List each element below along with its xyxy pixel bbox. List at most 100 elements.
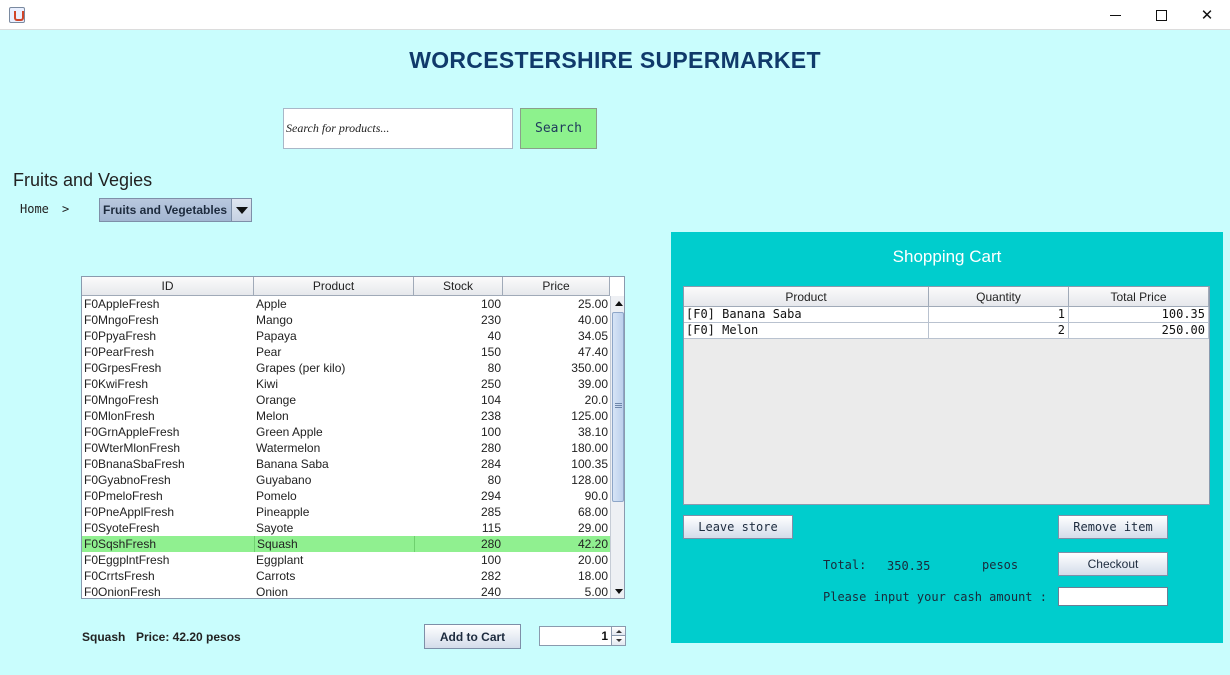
product-id-cell: F0WterMlonFresh: [84, 441, 181, 455]
scroll-thumb[interactable]: [612, 312, 624, 502]
product-id-cell: F0GyabnoFresh: [84, 473, 171, 487]
cash-amount-input[interactable]: [1058, 587, 1168, 606]
product-id-cell: F0PmeloFresh: [84, 489, 163, 503]
cart-column-product[interactable]: Product: [684, 287, 929, 306]
product-price-cell: 125.00: [571, 409, 608, 423]
quantity-value[interactable]: 1: [540, 627, 611, 645]
product-table-header: ID Product Stock Price: [82, 277, 610, 296]
breadcrumb-separator: >: [62, 202, 70, 216]
scroll-down-button[interactable]: [611, 584, 624, 598]
product-row[interactable]: F0PmeloFresh Pomelo 294 90.0: [82, 488, 610, 504]
scroll-up-button[interactable]: [611, 296, 624, 311]
product-price-cell: 20.0: [584, 393, 608, 407]
product-name-cell: Apple: [256, 297, 287, 311]
product-row[interactable]: F0MngoFresh Mango 230 40.00: [82, 312, 610, 328]
product-id-cell: F0MlonFresh: [84, 409, 155, 423]
checkout-button[interactable]: Checkout: [1058, 552, 1168, 576]
total-value: 350.35: [887, 559, 931, 573]
product-price-cell: 350.00: [571, 361, 608, 375]
cart-total-cell: 250.00: [1069, 323, 1209, 338]
total-label: Total:: [823, 558, 867, 572]
search-button[interactable]: Search: [520, 108, 597, 149]
quantity-stepper[interactable]: 1: [539, 626, 626, 646]
chevron-down-icon: [235, 206, 248, 214]
cart-row[interactable]: [F0] Melon 2 250.00: [684, 323, 1209, 339]
product-row[interactable]: F0GyabnoFresh Guyabano 80 128.00: [82, 472, 610, 488]
product-row[interactable]: F0WterMlonFresh Watermelon 280 180.00: [82, 440, 610, 456]
product-id-cell: F0EggplntFresh: [84, 553, 170, 567]
quantity-increment-button[interactable]: [611, 627, 625, 636]
grip-icon: [615, 403, 622, 408]
java-app-icon: [9, 7, 25, 23]
product-row[interactable]: F0CrrtsFresh Carrots 282 18.00: [82, 568, 610, 584]
category-dropdown[interactable]: Fruits and Vegetables: [99, 198, 252, 222]
cart-row[interactable]: [F0] Banana Saba 1 100.35: [684, 307, 1209, 323]
product-id-cell: F0GrnAppleFresh: [84, 425, 180, 439]
product-table-scrollbar[interactable]: [610, 296, 624, 598]
maximize-icon: [1155, 9, 1167, 21]
shopping-cart-panel: Shopping Cart Product Quantity Total Pri…: [671, 232, 1223, 643]
column-header-id[interactable]: ID: [82, 277, 254, 295]
cart-column-quantity[interactable]: Quantity: [929, 287, 1069, 306]
product-id-cell: F0PpyaFresh: [84, 329, 157, 343]
dropdown-arrow-button[interactable]: [231, 199, 251, 221]
product-price-cell: 34.05: [577, 329, 608, 343]
product-stock-cell: 285: [480, 505, 501, 519]
cart-column-total-price[interactable]: Total Price: [1069, 287, 1209, 306]
cart-quantity-cell: 1: [929, 307, 1069, 322]
product-row[interactable]: F0SqshFresh Squash 280 42.20: [82, 536, 610, 552]
product-row[interactable]: F0AppleFresh Apple 100 25.00: [82, 296, 610, 312]
product-stock-cell: 150: [480, 345, 501, 359]
product-row[interactable]: F0GrnAppleFresh Green Apple 100 38.10: [82, 424, 610, 440]
product-row[interactable]: F0KwiFresh Kiwi 250 39.00: [82, 376, 610, 392]
product-name-cell: Sayote: [256, 521, 294, 535]
product-name-cell: Eggplant: [256, 553, 304, 567]
product-stock-cell: 230: [480, 313, 501, 327]
window-titlebar: ✕: [0, 0, 1230, 30]
product-stock-cell: 280: [414, 536, 503, 552]
product-row[interactable]: F0OnionFresh Onion 240 5.00: [82, 584, 610, 598]
product-price-cell: 100.35: [571, 457, 608, 471]
product-row[interactable]: F0MngoFresh Orange 104 20.0: [82, 392, 610, 408]
product-row[interactable]: F0PpyaFresh Papaya 40 34.05: [82, 328, 610, 344]
product-row[interactable]: F0MlonFresh Melon 238 125.00: [82, 408, 610, 424]
product-stock-cell: 250: [480, 377, 501, 391]
product-row[interactable]: F0BnanaSbaFresh Banana Saba 284 100.35: [82, 456, 610, 472]
product-name-cell: Kiwi: [256, 377, 279, 391]
currency-label: pesos: [982, 558, 1019, 572]
product-stock-cell: 280: [480, 441, 501, 455]
product-id-cell: F0GrpesFresh: [84, 361, 162, 375]
product-price-cell: 68.00: [577, 505, 608, 519]
close-icon: ✕: [1200, 6, 1214, 24]
store-title: WORCESTERSHIRE SUPERMARKET: [409, 47, 821, 73]
product-table[interactable]: ID Product Stock Price F0AppleFresh Apple…: [81, 276, 625, 599]
product-row[interactable]: F0PearFresh Pear 150 47.40: [82, 344, 610, 360]
product-row[interactable]: F0EggplntFresh Eggplant 100 20.00: [82, 552, 610, 568]
product-id-cell: F0AppleFresh: [84, 297, 160, 311]
product-name-cell: Pear: [256, 345, 282, 359]
product-row[interactable]: F0PneApplFresh Pineapple 285 68.00: [82, 504, 610, 520]
close-button[interactable]: ✕: [1184, 0, 1230, 30]
product-row[interactable]: F0SyoteFresh Sayote 115 29.00: [82, 520, 610, 536]
breadcrumb-home[interactable]: Home: [20, 202, 49, 216]
remove-item-button[interactable]: Remove item: [1058, 515, 1168, 539]
product-stock-cell: 104: [480, 393, 501, 407]
cart-product-cell: [F0] Banana Saba: [684, 307, 929, 322]
product-stock-cell: 115: [481, 521, 501, 535]
product-price-cell: 29.00: [577, 521, 608, 535]
column-header-price[interactable]: Price: [503, 277, 610, 295]
product-stock-cell: 40: [487, 329, 501, 343]
quantity-decrement-button[interactable]: [611, 636, 625, 645]
minimize-button[interactable]: [1092, 0, 1138, 30]
cart-table[interactable]: Product Quantity Total Price [F0] Banana…: [683, 286, 1210, 505]
product-row[interactable]: F0GrpesFresh Grapes (per kilo) 80 350.00: [82, 360, 610, 376]
leave-store-button[interactable]: Leave store: [683, 515, 793, 539]
product-name-cell: Watermelon: [256, 441, 321, 455]
column-header-stock[interactable]: Stock: [414, 277, 503, 295]
product-name-cell: Pineapple: [256, 505, 310, 519]
add-to-cart-button[interactable]: Add to Cart: [424, 624, 521, 649]
search-input[interactable]: [283, 108, 513, 149]
product-name-cell: Green Apple: [256, 425, 323, 439]
column-header-product[interactable]: Product: [254, 277, 414, 295]
maximize-button[interactable]: [1138, 0, 1184, 30]
